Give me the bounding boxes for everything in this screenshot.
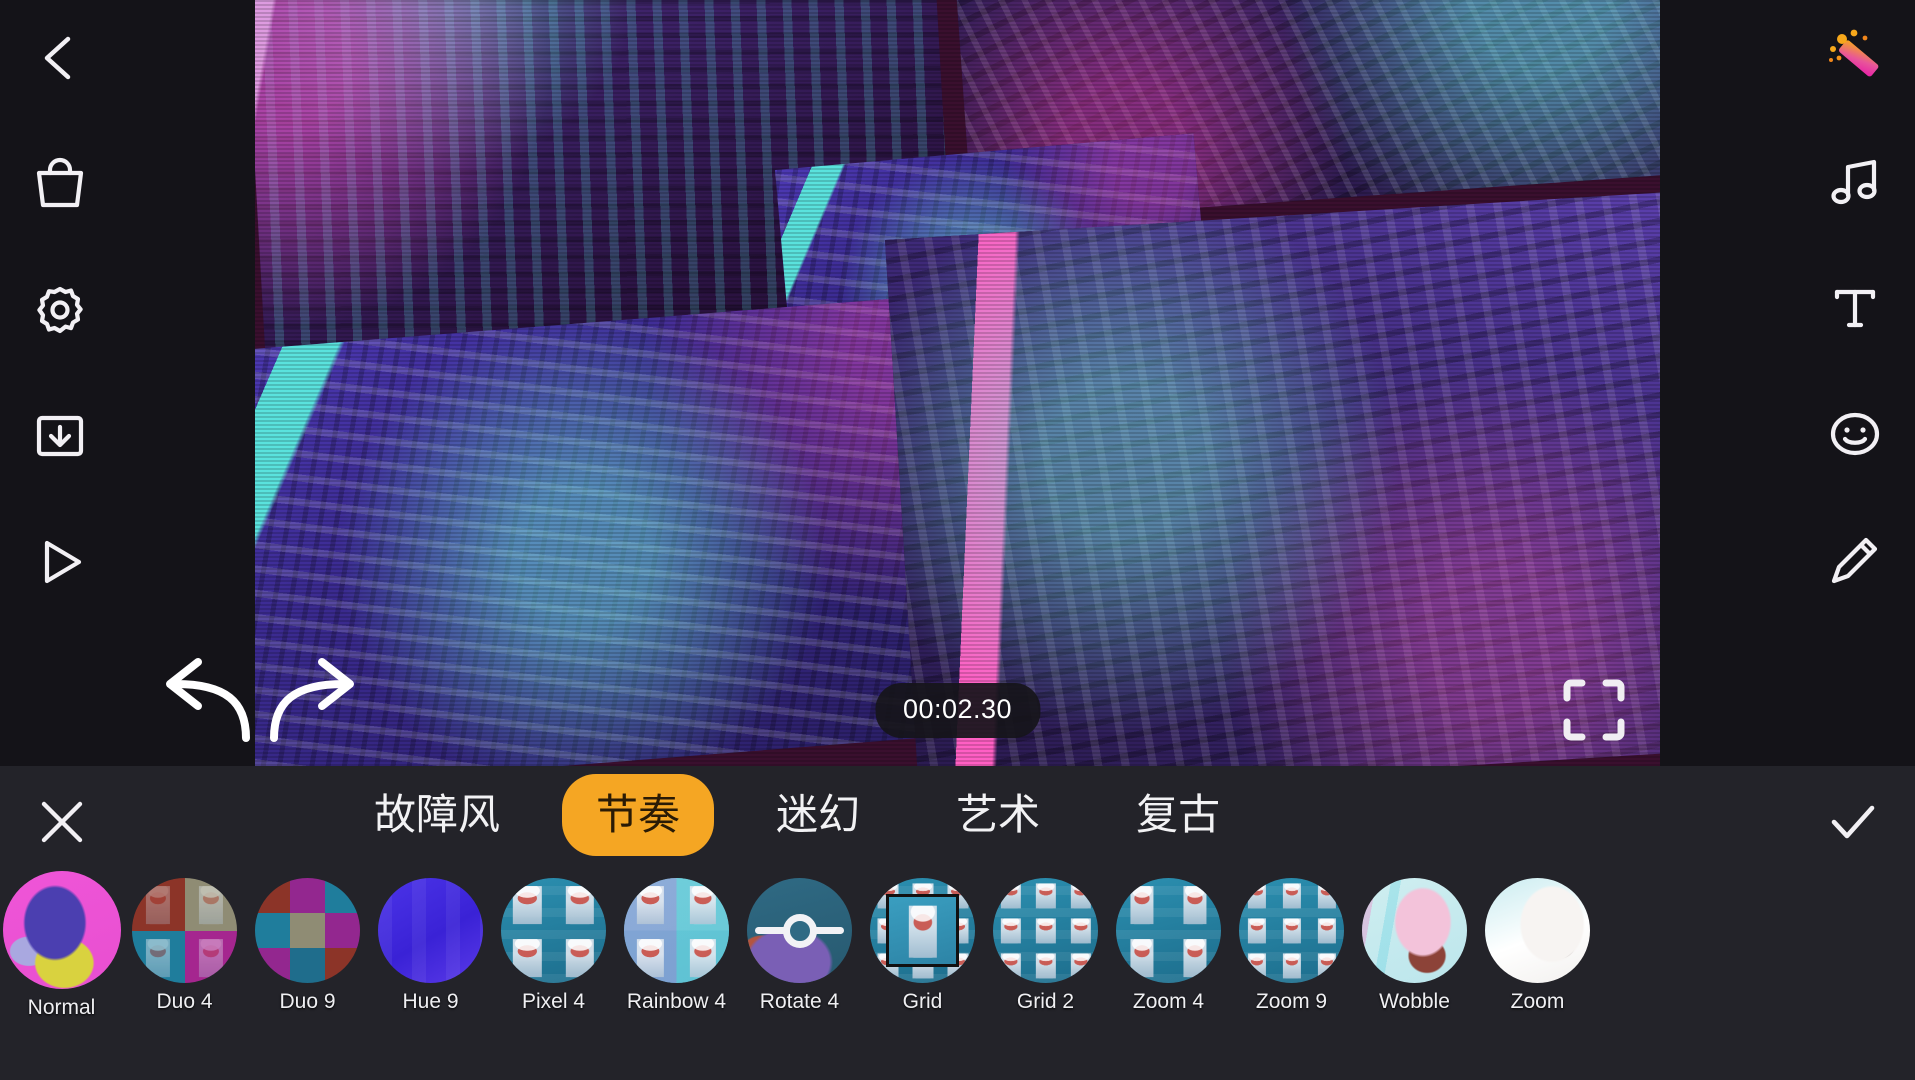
effects-tabbar: 故障风 节奏 迷幻 艺术 复古 (0, 766, 1915, 878)
filter-thumbnail (1116, 878, 1221, 983)
filter-thumbnail (747, 878, 852, 983)
download-icon (36, 415, 84, 457)
filter-thumbnail (132, 878, 237, 983)
filter-label: Rotate 4 (759, 990, 840, 1013)
undo-button[interactable] (150, 654, 260, 744)
filter-thumbnail (1485, 878, 1590, 983)
editor-area: 00:02.30 (0, 0, 1915, 766)
tab-psychedelic[interactable]: 迷幻 (742, 774, 894, 856)
video-collage (255, 0, 1660, 766)
filter-label: Rainbow 4 (626, 990, 727, 1013)
right-toolbar (1660, 0, 1915, 766)
filter-label: Duo 9 (279, 990, 336, 1013)
text-button[interactable] (1809, 262, 1901, 354)
filter-item-grid-2[interactable]: Grid 2 (984, 878, 1107, 1014)
timestamp-badge: 00:02.30 (874, 683, 1041, 738)
chevron-left-icon (44, 36, 71, 80)
filter-thumbnail (1239, 878, 1344, 983)
sticker-button[interactable] (1809, 388, 1901, 480)
filter-label: Hue 9 (402, 990, 459, 1013)
filter-item-zoom[interactable]: Zoom (1476, 878, 1599, 1014)
filter-strip[interactable]: Normal Duo 4 Duo 9 Hue 9 Pixel 4 Rainbow… (0, 871, 1915, 1080)
filter-thumbnail (255, 878, 360, 983)
filter-item-zoom-4[interactable]: Zoom 4 (1107, 878, 1230, 1014)
video-preview[interactable]: 00:02.30 (255, 0, 1660, 766)
close-button[interactable] (24, 784, 100, 860)
tab-glitch[interactable]: 故障风 (340, 774, 534, 856)
history-controls (150, 644, 410, 754)
shopping-bag-icon (36, 157, 84, 208)
tab-retro[interactable]: 复古 (1102, 774, 1254, 856)
draw-button[interactable] (1809, 514, 1901, 606)
filter-label: Zoom 4 (1132, 990, 1205, 1013)
store-button[interactable] (14, 138, 106, 230)
text-t-icon (1834, 289, 1876, 328)
magic-wand-icon (1829, 29, 1879, 77)
filter-thumbnail (378, 878, 483, 983)
filter-item-normal[interactable]: Normal (0, 871, 123, 1020)
scanline-overlay (255, 0, 1660, 766)
filter-label: Duo 4 (156, 990, 213, 1013)
effects-button[interactable] (1809, 10, 1901, 102)
music-note-icon (1831, 159, 1877, 205)
effects-panel: 故障风 节奏 迷幻 艺术 复古 Normal Duo 4 Duo 9 Hue 9… (0, 766, 1915, 1080)
play-button[interactable] (14, 516, 106, 608)
confirm-button[interactable] (1815, 784, 1891, 860)
filter-thumbnail (993, 878, 1098, 983)
filter-label: Grid (902, 990, 943, 1013)
category-tabs: 故障风 节奏 迷幻 艺术 复古 (340, 774, 1254, 856)
smiley-icon (1830, 412, 1880, 456)
filter-item-grid[interactable]: Grid (861, 878, 984, 1014)
filter-thumbnail (501, 878, 606, 983)
tab-rhythm[interactable]: 节奏 (562, 774, 715, 856)
filter-item-duo-4[interactable]: Duo 4 (123, 878, 246, 1014)
tab-art[interactable]: 艺术 (922, 774, 1074, 856)
filter-item-zoom-9[interactable]: Zoom 9 (1230, 878, 1353, 1014)
filter-label: Pixel 4 (521, 990, 586, 1013)
export-button[interactable] (14, 390, 106, 482)
filter-thumbnail (870, 878, 975, 983)
close-x-icon (41, 801, 83, 843)
play-icon (44, 540, 82, 584)
music-button[interactable] (1809, 136, 1901, 228)
filter-item-rainbow-4[interactable]: Rainbow 4 (615, 878, 738, 1014)
filter-thumbnail (1362, 878, 1467, 983)
filter-label: Wobble (1379, 990, 1450, 1013)
redo-button[interactable] (260, 654, 370, 744)
back-button[interactable] (14, 12, 106, 104)
checkmark-icon (1831, 805, 1875, 839)
filter-item-duo-9[interactable]: Duo 9 (246, 878, 369, 1014)
filter-item-pixel-4[interactable]: Pixel 4 (492, 878, 615, 1014)
filter-thumbnail (624, 878, 729, 983)
filter-label: Zoom 9 (1255, 990, 1328, 1013)
fullscreen-corners-icon[interactable] (1560, 676, 1628, 744)
filter-item-hue-9[interactable]: Hue 9 (369, 878, 492, 1014)
settings-button[interactable] (14, 264, 106, 356)
pencil-icon (1831, 537, 1878, 584)
filter-thumbnail (2, 871, 121, 989)
filter-item-wobble[interactable]: Wobble (1353, 878, 1476, 1014)
filter-item-rotate-4[interactable]: Rotate 4 (738, 878, 861, 1014)
filter-label: Normal (27, 996, 96, 1019)
gear-icon (37, 286, 83, 334)
filter-label: Zoom (1510, 990, 1565, 1013)
filter-label: Grid 2 (1016, 990, 1075, 1013)
video-editor-screen: 00:02.30 故障风 节奏 迷幻 艺术 复古 Normal Duo 4 Du… (0, 0, 1915, 1080)
